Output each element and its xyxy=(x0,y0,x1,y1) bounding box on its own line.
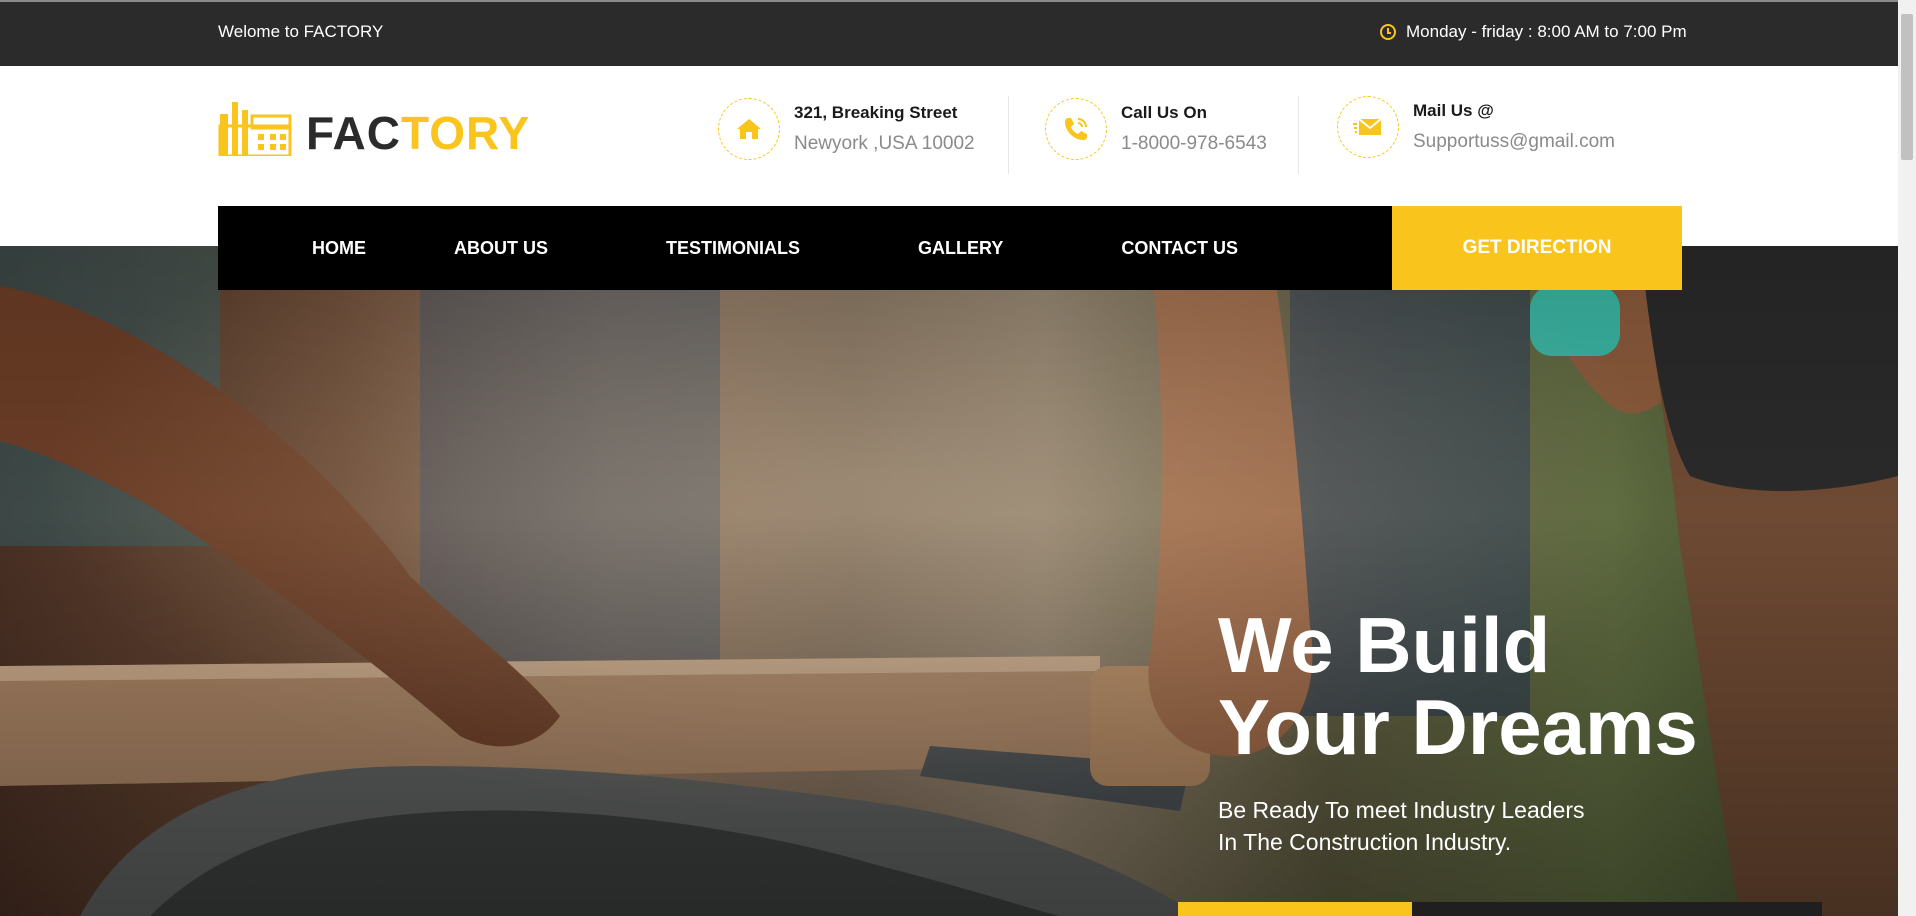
address-icon-circle xyxy=(718,98,780,160)
phone-title: Call Us On xyxy=(1121,103,1207,122)
hero-title-line: Your Dreams xyxy=(1218,683,1698,771)
home-icon xyxy=(737,119,761,139)
logo-text: FACTORY xyxy=(306,110,530,156)
nav-item-testimonials[interactable]: TESTIMONIALS xyxy=(666,206,800,290)
hero-subtitle-line: Be Ready To meet Industry Leaders xyxy=(1218,797,1585,823)
hours-text: Monday - friday : 8:00 AM to 7:00 Pm xyxy=(1406,22,1687,41)
nav-item-home[interactable]: HOME xyxy=(312,206,366,290)
phone-icon-circle xyxy=(1045,98,1107,160)
hero-subtitle-line: In The Construction Industry. xyxy=(1218,829,1512,855)
hero-title: We Build Your Dreams xyxy=(1218,604,1698,768)
hero-title-line: We Build xyxy=(1218,601,1551,689)
business-hours: Monday - friday : 8:00 AM to 7:00 Pm xyxy=(1380,22,1687,42)
address-title: 321, Breaking Street xyxy=(794,103,958,122)
mail-value[interactable]: Supportuss@gmail.com xyxy=(1413,131,1615,153)
logo-text-part2: TORY xyxy=(401,107,531,159)
hero-section: We Build Your Dreams Be Ready To meet In… xyxy=(0,246,1898,916)
mail-title: Mail Us @ xyxy=(1413,101,1494,120)
nav-item-contact-us[interactable]: CONTACT US xyxy=(1121,206,1238,290)
mail-icon-circle xyxy=(1337,96,1399,158)
nav-menu: HOME ABOUT US TESTIMONIALS GALLERY CONTA… xyxy=(218,206,1392,290)
hero-secondary-button[interactable] xyxy=(1412,902,1822,916)
divider xyxy=(1298,96,1299,174)
factory-icon xyxy=(218,102,292,156)
hero-subtitle: Be Ready To meet Industry Leaders In The… xyxy=(1218,794,1585,858)
address-value: Newyork ,USA 10002 xyxy=(794,133,975,154)
hero-overlay xyxy=(0,246,1898,916)
clock-icon xyxy=(1380,24,1396,40)
nav-item-gallery[interactable]: GALLERY xyxy=(918,206,1003,290)
phone-info: Call Us On 1-8000-978-6543 xyxy=(1045,98,1267,160)
main-navigation: HOME ABOUT US TESTIMONIALS GALLERY CONTA… xyxy=(218,206,1682,290)
address-info: 321, Breaking Street Newyork ,USA 10002 xyxy=(718,98,975,160)
hero-primary-button[interactable] xyxy=(1178,902,1412,916)
mail-info: Mail Us @ Supportuss@gmail.com xyxy=(1337,96,1615,158)
scrollbar[interactable] xyxy=(1898,0,1916,916)
logo-text-part1: FAC xyxy=(306,107,401,159)
phone-icon xyxy=(1065,118,1087,140)
divider xyxy=(1008,96,1009,174)
nav-item-about-us[interactable]: ABOUT US xyxy=(454,206,548,290)
site-logo[interactable]: FACTORY xyxy=(218,96,530,156)
get-direction-button[interactable]: GET DIRECTION xyxy=(1392,206,1682,290)
top-bar: Welome to FACTORY Monday - friday : 8:00… xyxy=(0,0,1898,66)
scrollbar-thumb[interactable] xyxy=(1901,14,1913,160)
welcome-text: Welome to FACTORY xyxy=(218,22,384,41)
envelope-icon xyxy=(1353,118,1382,135)
phone-value[interactable]: 1-8000-978-6543 xyxy=(1121,133,1267,155)
